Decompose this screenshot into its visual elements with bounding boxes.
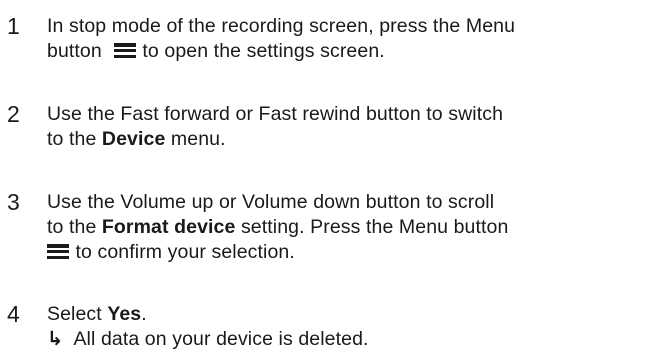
- step-text: In stop mode of the recording screen, pr…: [47, 14, 647, 64]
- option-name: Yes: [107, 303, 142, 325]
- step-number: 4: [7, 301, 20, 327]
- step-text-segment: Select: [47, 303, 108, 325]
- step-text-segment: menu.: [165, 128, 226, 150]
- menu-name: Device: [101, 128, 166, 150]
- step-text-segment: .: [141, 303, 147, 325]
- step-number: 2: [7, 101, 20, 127]
- step-text-segment: setting. Press the Menu button: [235, 216, 509, 238]
- step-text: Use the Fast forward or Fast rewind butt…: [47, 102, 647, 152]
- result-text: All data on your device is deleted.: [73, 328, 369, 350]
- step-line: to confirm your selection.: [47, 240, 647, 265]
- step-text-segment: to the: [47, 128, 102, 150]
- step-text-segment: to the: [47, 216, 102, 238]
- step-line: button to open the settings screen.: [47, 39, 647, 64]
- step-line: Select Yes.: [47, 302, 647, 327]
- step-text: Select Yes. ↳ All data on your device is…: [47, 302, 647, 352]
- step-line: to the Device menu.: [47, 127, 647, 152]
- result-arrow-icon: ↳: [47, 328, 64, 350]
- step-line: Use the Volume up or Volume down button …: [47, 191, 495, 213]
- menu-icon: [113, 43, 136, 58]
- step-number: 3: [7, 189, 20, 215]
- step-text-segment: to confirm your selection.: [75, 241, 295, 263]
- step-text: Use the Volume up or Volume down button …: [47, 190, 647, 265]
- step-text-segment: to open the settings screen.: [142, 40, 385, 62]
- step-number: 1: [7, 13, 20, 39]
- step-text-segment: button: [47, 40, 102, 62]
- menu-icon: [47, 244, 69, 259]
- step-line: In stop mode of the recording screen, pr…: [47, 15, 516, 37]
- step-line: Use the Fast forward or Fast rewind butt…: [47, 103, 504, 125]
- step-line: to the Format device setting. Press the …: [47, 215, 647, 240]
- instruction-page: 1 In stop mode of the recording screen, …: [0, 0, 652, 360]
- result-line: ↳ All data on your device is deleted.: [47, 327, 647, 352]
- setting-name: Format device: [101, 216, 236, 238]
